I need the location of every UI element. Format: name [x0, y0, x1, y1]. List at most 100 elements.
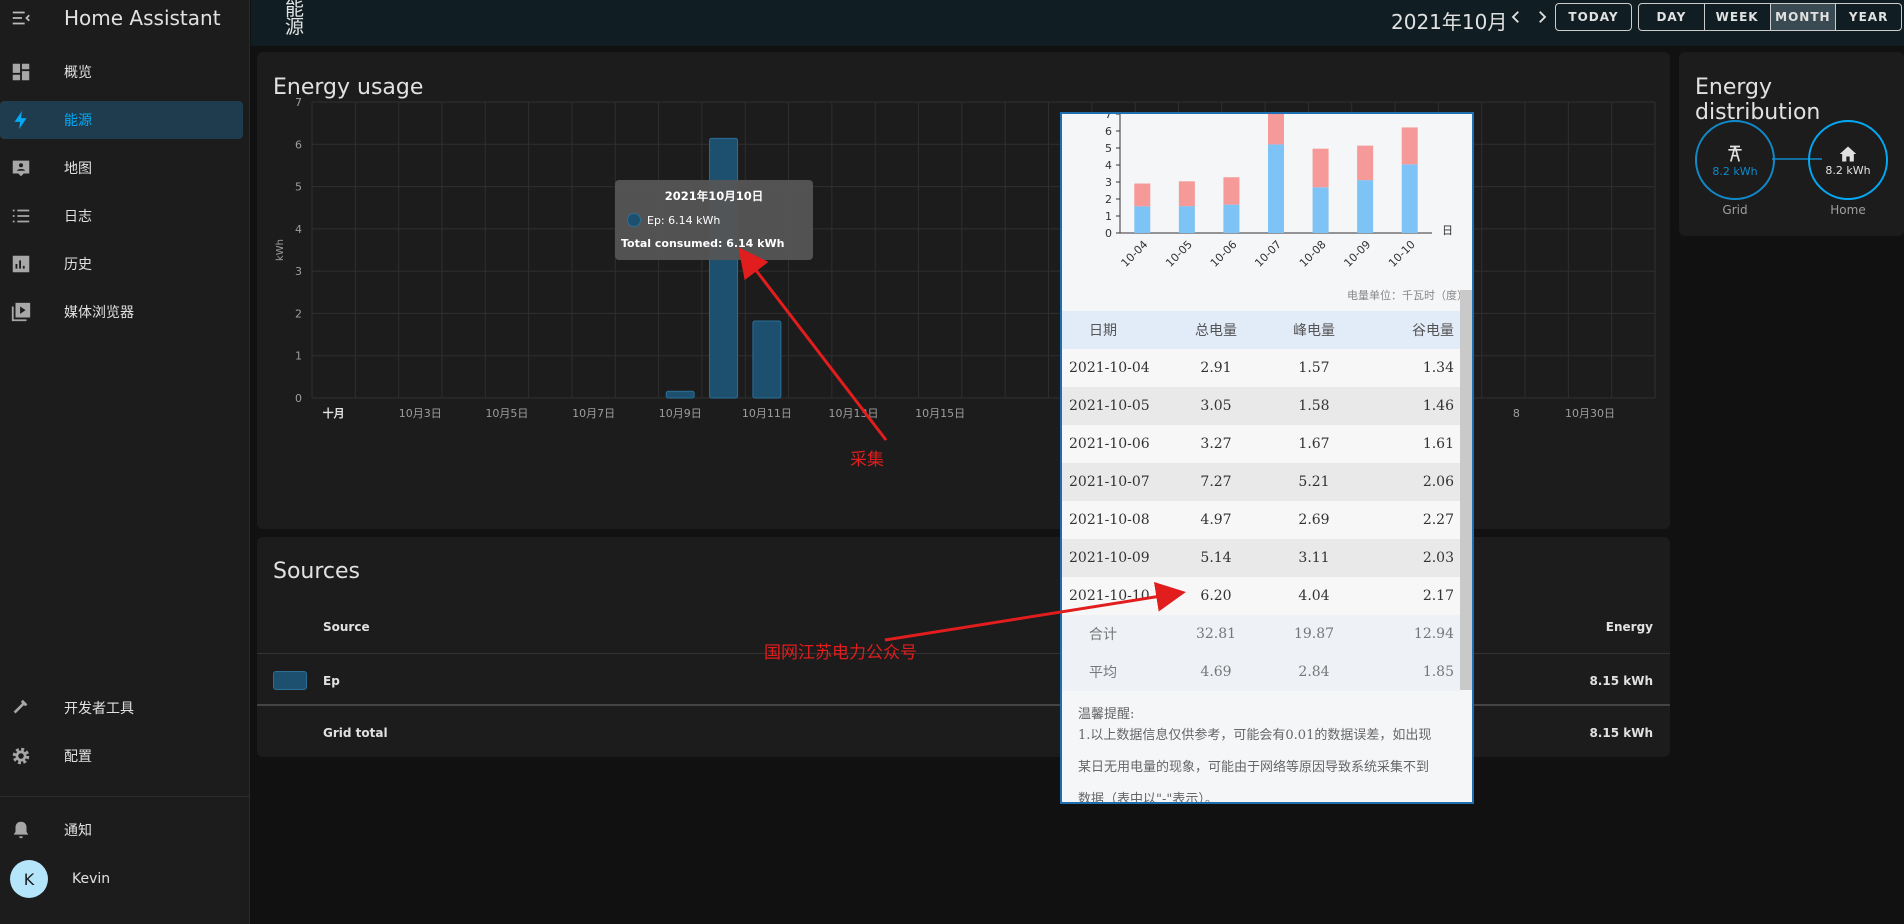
row-total: 2.91	[1200, 360, 1232, 376]
range-button-week[interactable]: WEEK	[1705, 4, 1771, 30]
tooltip-series-line: Ep: 6.14 kWh	[647, 214, 720, 227]
menu-collapse-icon[interactable]	[10, 7, 32, 29]
bar-ep	[752, 320, 782, 399]
range-button-day[interactable]: DAY	[1639, 4, 1705, 30]
bar-valley	[1357, 145, 1374, 181]
sidebar-item-notifications[interactable]: 通知	[0, 811, 243, 849]
sidebar: Home Assistant 概览 能源 地图 日志 历史 媒体浏览器 开发者工…	[0, 0, 250, 924]
total-energy: 8.15 kWh	[1589, 726, 1653, 740]
tooltip-date: 2021年10月10日	[665, 189, 764, 203]
row-date: 2021-10-08	[1069, 512, 1150, 528]
x-tick-label: 10月15日	[915, 407, 965, 420]
hammer-icon	[13, 699, 28, 714]
bar-peak	[1223, 204, 1240, 233]
sidebar-item-map[interactable]: 地图	[0, 149, 243, 187]
today-button[interactable]: TODAY	[1555, 3, 1632, 31]
header-date: 日期	[1089, 323, 1117, 339]
bar-peak	[1268, 144, 1284, 233]
sidebar-item-logbook[interactable]: 日志	[0, 197, 243, 235]
y-tick-label: 5	[295, 181, 302, 194]
row-valley: 2.27	[1422, 512, 1454, 528]
sidebar-item-overview[interactable]: 概览	[0, 53, 243, 91]
table-row: 2021-10-07 7.27 5.21 2.06	[1062, 463, 1460, 501]
y-tick-label: 1	[295, 350, 302, 363]
bar-valley	[1134, 183, 1151, 207]
row-valley: 2.17	[1422, 588, 1454, 604]
row-peak: 1.58	[1298, 398, 1330, 414]
chevron-left-icon[interactable]	[1507, 8, 1525, 26]
bar-peak	[1357, 180, 1374, 233]
row-total: 5.14	[1200, 550, 1232, 566]
sidebar-item-configuration[interactable]: 配置	[0, 737, 243, 775]
sum-label: 合计	[1089, 627, 1117, 643]
source-name: Ep	[323, 674, 340, 688]
chart-tooltip: 2021年10月10日 Ep: 6.14 kWh Total consumed: 6…	[615, 180, 813, 260]
reminder-line: 1.以上数据信息仅供参考，可能会有0.01的数据误差，如出现	[1078, 728, 1432, 743]
bar-peak	[1134, 206, 1151, 233]
row-total: 4.97	[1200, 512, 1232, 528]
sidebar-item-label: 日志	[64, 209, 92, 225]
row-valley: 1.46	[1422, 398, 1454, 414]
x-tick-label: 10月7日	[572, 407, 615, 420]
gear-icon	[12, 747, 30, 765]
y-tick-label: 1	[1105, 210, 1112, 223]
x-tick-label: 10-09	[1341, 238, 1373, 270]
annotation-official-label: 国网江苏电力公众号	[764, 643, 917, 663]
chevron-right-icon[interactable]	[1533, 8, 1551, 26]
app-title: Home Assistant	[64, 6, 221, 30]
home-node[interactable]: 8.2 kWh	[1808, 120, 1888, 200]
x-tick-label: 8	[1513, 407, 1520, 420]
x-tick-label: 10-06	[1208, 238, 1240, 270]
table-row: 2021-10-05 3.05 1.58 1.46	[1062, 387, 1460, 425]
map-icon	[12, 160, 30, 177]
sidebar-item-user[interactable]: K Kevin	[0, 857, 243, 901]
bar-peak	[1312, 187, 1329, 233]
header-peak: 峰电量	[1293, 323, 1335, 339]
table-row: 2021-10-10 6.20 4.04 2.17	[1062, 577, 1460, 615]
tooltip-total-line: Total consumed: 6.14 kWh	[621, 237, 784, 250]
row-peak: 2.69	[1298, 512, 1330, 528]
row-valley: 1.61	[1422, 436, 1454, 452]
y-tick-label: 3	[1105, 176, 1112, 189]
media-browser-icon	[11, 302, 31, 322]
sidebar-item-media-browser[interactable]: 媒体浏览器	[0, 293, 243, 331]
y-tick-label: 4	[295, 223, 302, 236]
row-date: 2021-10-07	[1069, 474, 1150, 490]
row-peak: 1.57	[1298, 360, 1330, 376]
lightning-icon	[14, 110, 27, 130]
row-valley: 1.34	[1422, 360, 1454, 376]
grid-node[interactable]: 8.2 kWh	[1695, 120, 1775, 200]
avg-total: 4.69	[1200, 664, 1232, 680]
row-peak: 1.67	[1298, 436, 1330, 452]
range-button-month[interactable]: MONTH	[1770, 4, 1837, 30]
sidebar-item-history[interactable]: 历史	[0, 245, 243, 283]
row-peak: 5.21	[1298, 474, 1330, 490]
row-date: 2021-10-09	[1069, 550, 1150, 566]
y-axis-label: kWh	[275, 239, 286, 261]
sidebar-item-energy[interactable]: 能源	[0, 101, 243, 139]
row-total: 7.27	[1200, 474, 1232, 490]
y-tick-label: 6	[295, 138, 302, 151]
reminder-note: 温馨提醒: 1.以上数据信息仅供参考，可能会有0.01的数据误差，如出现 某日无…	[1078, 704, 1458, 802]
sum-row: 合计 32.81 19.87 12.94	[1062, 615, 1460, 653]
reminder-line: 某日无用电量的现象，可能由于网络等原因导致系统采集不到	[1078, 760, 1430, 775]
row-valley: 2.06	[1422, 474, 1454, 490]
source-energy: 8.15 kWh	[1589, 674, 1653, 688]
overlay-scrollbar[interactable]	[1460, 290, 1472, 690]
table-header-row: 日期 总电量 峰电量 谷电量	[1062, 311, 1460, 349]
table-row: 2021-10-06 3.27 1.67 1.61	[1062, 425, 1460, 463]
x-tick-label: 10月11日	[742, 407, 792, 420]
overlay-screenshot: 0 1 2 3 4 5 6 7 10-04 10-05 10-06 10-07 10-08 10-09 10…	[1060, 112, 1474, 804]
avg-label: 平均	[1089, 665, 1117, 681]
energy-distribution-card: Energy distribution 8.2 kWh Grid 8.2 kWh…	[1679, 52, 1904, 236]
range-button-year[interactable]: YEAR	[1836, 4, 1901, 30]
top-bar: 能源 2021年10月 TODAY DAY WEEK MONTH YEAR	[251, 0, 1904, 46]
x-tick-label: 10月9日	[659, 407, 702, 420]
table-row: 2021-10-08 4.97 2.69 2.27	[1062, 501, 1460, 539]
row-date: 2021-10-06	[1069, 436, 1150, 452]
y-tick-label: 7	[1105, 114, 1112, 121]
y-tick-label: 6	[1105, 125, 1112, 138]
sidebar-item-developer-tools[interactable]: 开发者工具	[0, 689, 243, 727]
sidebar-header: Home Assistant	[0, 0, 249, 36]
daily-usage-stacked-chart: 0 1 2 3 4 5 6 7 10-04 10-05 10-06 10-07 10-08 10-09 10…	[1105, 114, 1453, 270]
